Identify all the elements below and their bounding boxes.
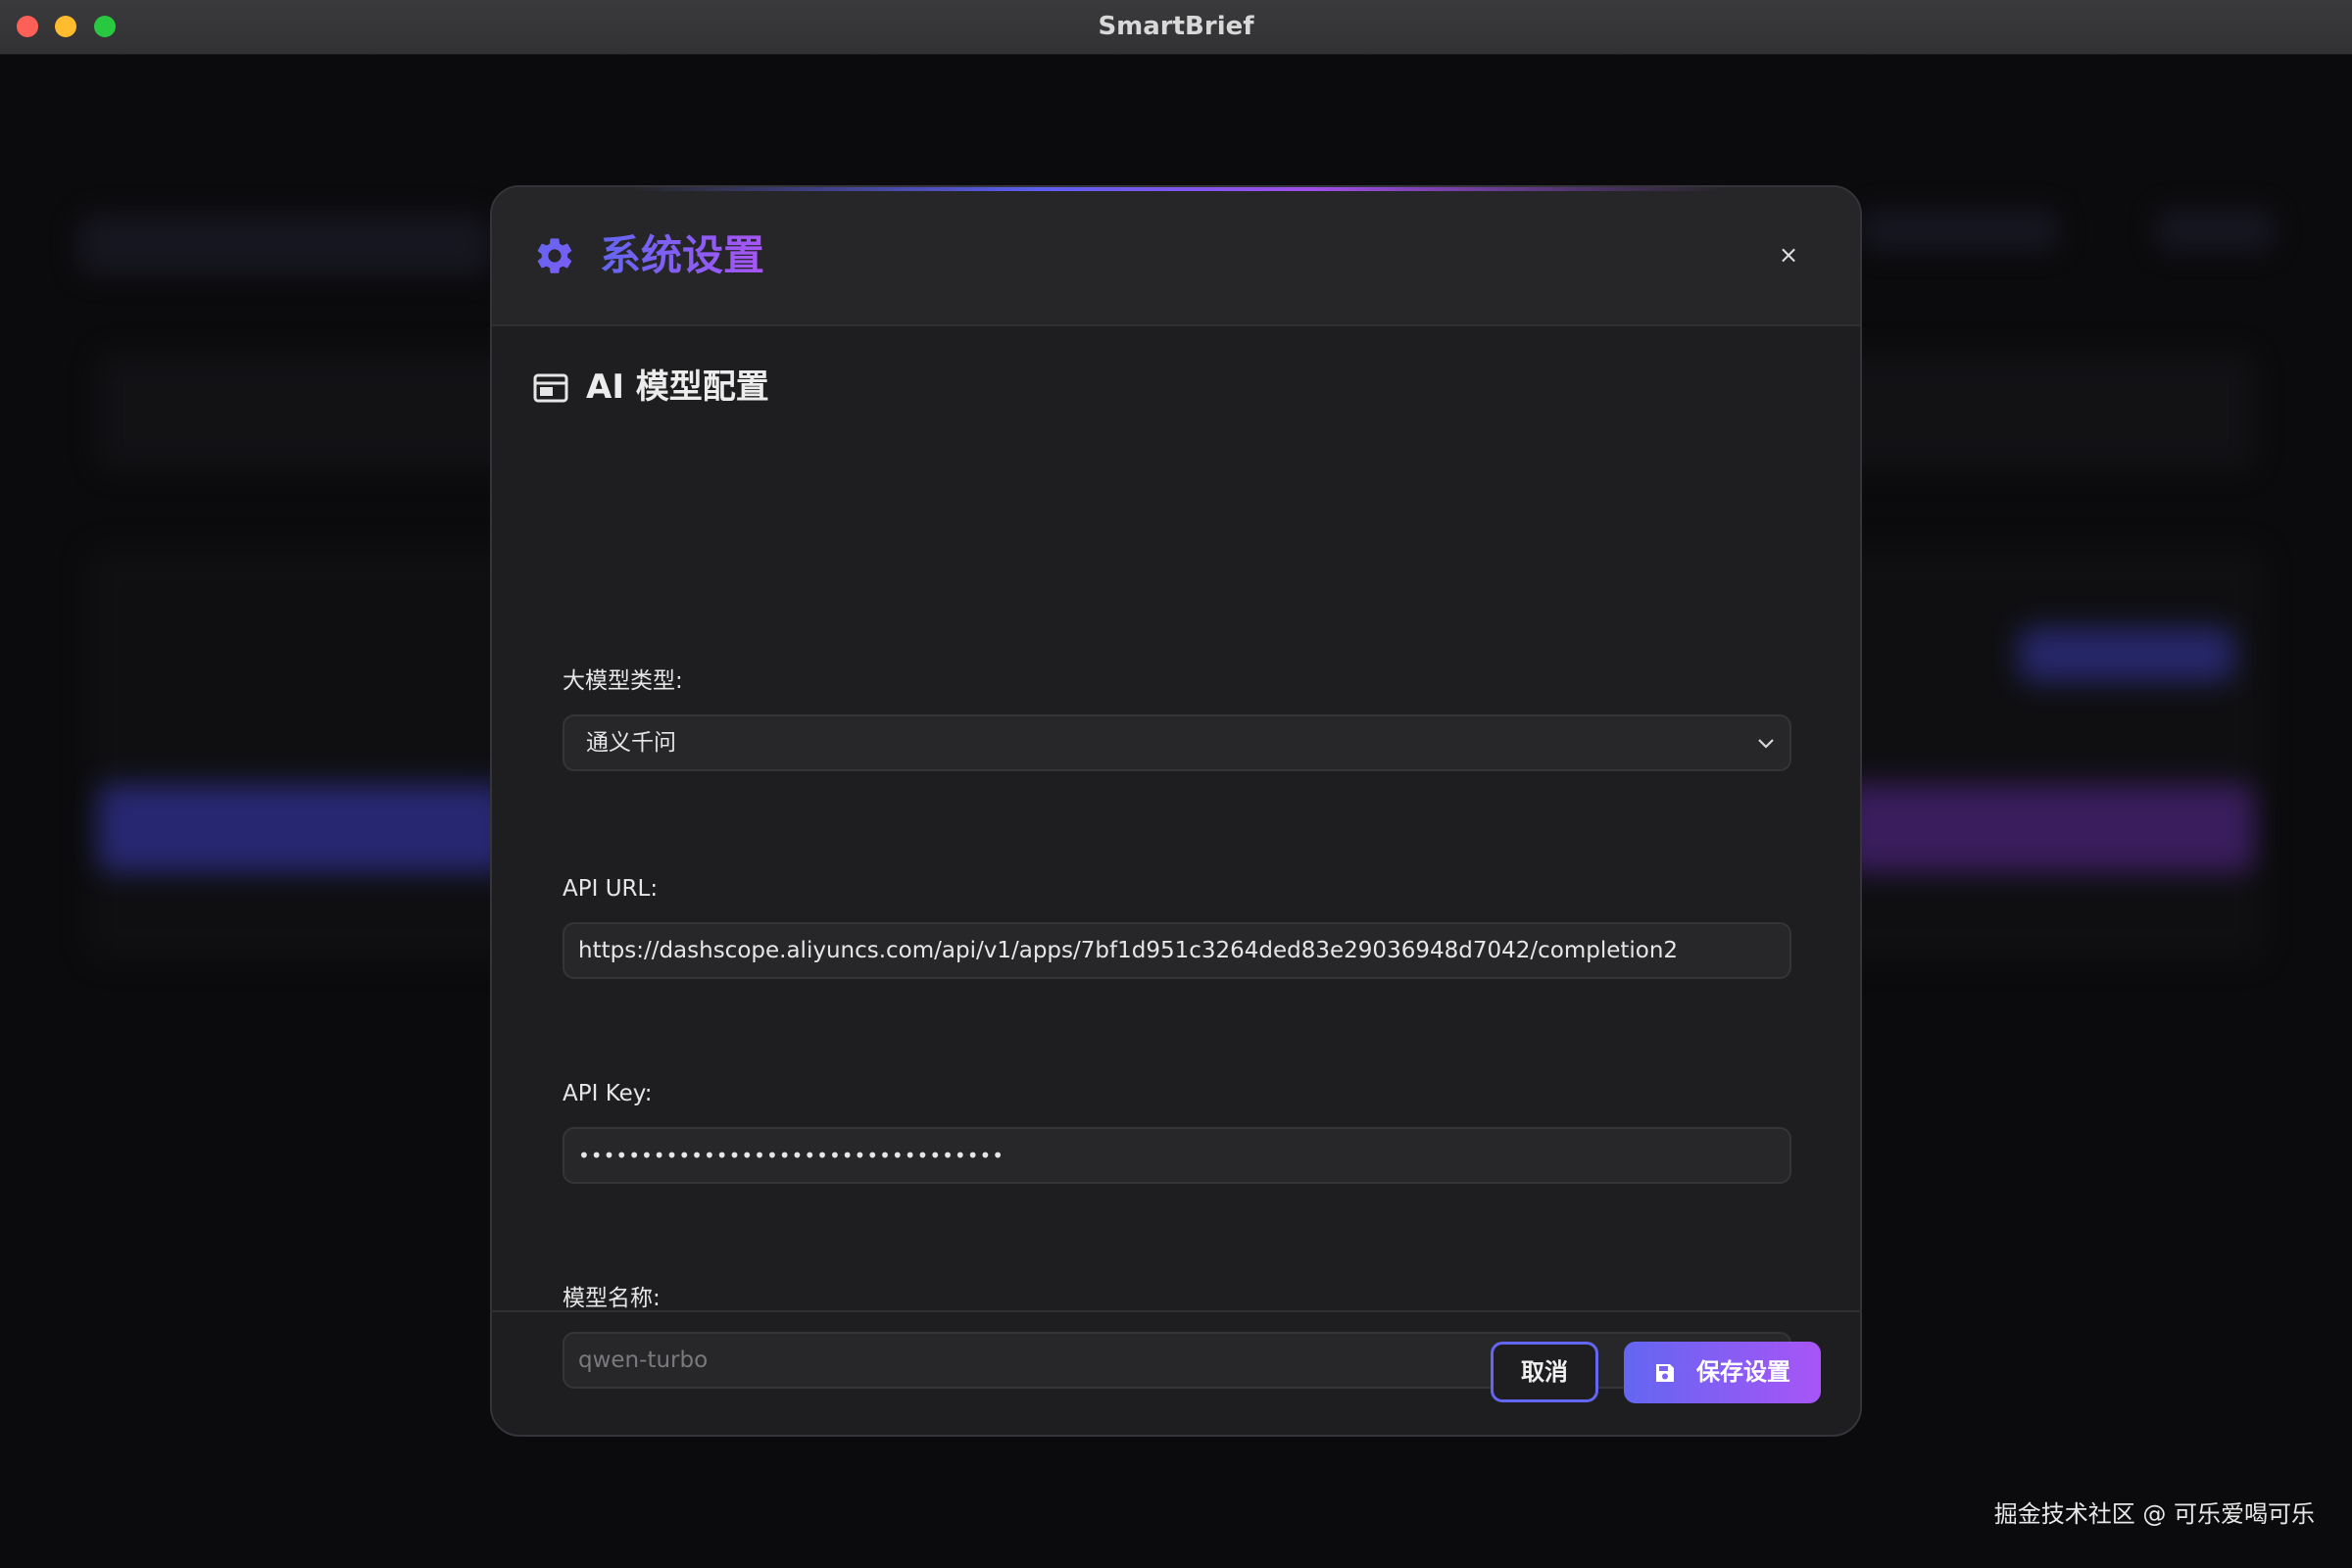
window-icon <box>533 373 568 403</box>
app-window: SmartBrief 系统设置 × AI 模型配置 大模型类型: 通义千问 AP… <box>0 0 2352 1568</box>
modal-header: 系统设置 × <box>492 187 1860 326</box>
settings-modal: 系统设置 × AI 模型配置 大模型类型: 通义千问 API URL: http… <box>490 185 1862 1437</box>
chevron-down-icon <box>1758 739 1774 749</box>
title-bar[interactable]: SmartBrief <box>0 0 2352 55</box>
model-type-value: 通义千问 <box>586 730 676 756</box>
modal-accent-line <box>492 187 1860 191</box>
watermark: 掘金技术社区 @ 可乐爱喝可乐 <box>1993 1500 2315 1528</box>
modal-footer-divider <box>490 1310 1862 1312</box>
api-key-input[interactable]: •••••••••••••••••••••••••••••••••• <box>563 1127 1791 1184</box>
model-type-label: 大模型类型: <box>563 668 683 694</box>
floppy-disk-icon <box>1656 1364 1674 1382</box>
save-settings-button[interactable]: 保存设置 <box>1624 1342 1821 1403</box>
background-shape <box>78 216 490 274</box>
background-shape <box>2156 211 2274 250</box>
cancel-button[interactable]: 取消 <box>1491 1342 1598 1402</box>
section-title: AI 模型配置 <box>586 368 769 407</box>
model-type-select[interactable]: 通义千问 <box>563 714 1791 771</box>
background-shape <box>2019 627 2234 682</box>
model-name-input[interactable]: qwen-turbo <box>563 1332 1791 1389</box>
api-url-label: API URL: <box>563 876 659 902</box>
background-shape <box>98 784 510 872</box>
modal-title: 系统设置 <box>600 228 764 283</box>
model-name-placeholder: qwen-turbo <box>578 1348 709 1373</box>
api-key-label: API Key: <box>563 1081 653 1106</box>
save-settings-label: 保存设置 <box>1696 1358 1790 1386</box>
api-url-value: https://dashscope.aliyuncs.com/api/v1/ap… <box>578 938 1679 963</box>
background-shape <box>1842 784 2254 872</box>
close-icon[interactable]: × <box>1776 242 1801 268</box>
api-key-value: •••••••••••••••••••••••••••••••••• <box>578 1144 1005 1167</box>
gear-icon <box>537 238 572 273</box>
api-url-input[interactable]: https://dashscope.aliyuncs.com/api/v1/ap… <box>563 922 1791 979</box>
window-title: SmartBrief <box>1098 12 1254 41</box>
background-shape <box>1862 211 2058 250</box>
